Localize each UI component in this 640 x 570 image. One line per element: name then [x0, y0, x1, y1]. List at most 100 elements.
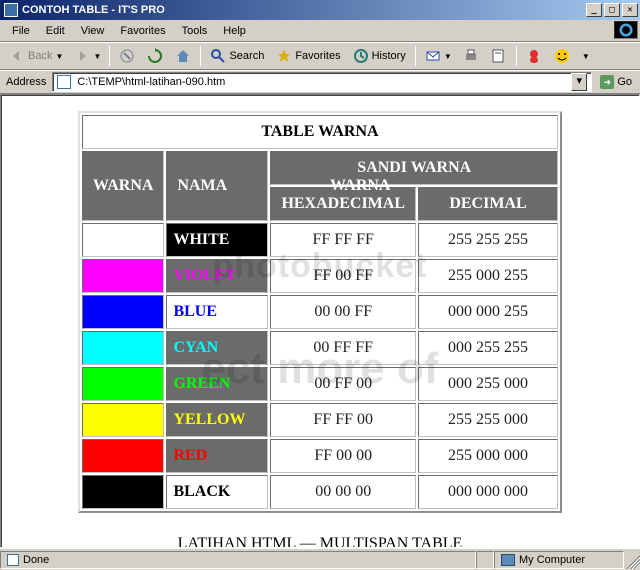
- page-caption: LATIHAN HTML — MULTISPAN TABLE: [1, 535, 639, 548]
- refresh-icon: [147, 48, 163, 64]
- favorites-icon: [276, 48, 292, 64]
- search-label: Search: [229, 50, 264, 62]
- status-bar: Done My Computer: [0, 548, 640, 570]
- chevron-down-icon: ▼: [55, 52, 62, 61]
- color-swatch: [82, 295, 164, 329]
- color-swatch: [82, 403, 164, 437]
- back-arrow-icon: [9, 48, 25, 64]
- separator: [516, 46, 517, 66]
- color-name: YELLOW: [166, 403, 268, 437]
- col-nama-header: NAMA WARNA: [166, 151, 268, 221]
- history-label: History: [372, 50, 406, 62]
- menubar: File Edit View Favorites Tools Help: [0, 20, 640, 42]
- stop-button[interactable]: [114, 45, 140, 67]
- dec-value: 000 255 255: [418, 331, 558, 365]
- maximize-button[interactable]: □: [604, 3, 620, 17]
- dec-value: 000 255 000: [418, 367, 558, 401]
- ie-throbber-icon: [614, 21, 638, 39]
- page-icon: [57, 75, 71, 89]
- color-name: VIOLET: [166, 259, 268, 293]
- hex-value: 00 FF FF: [270, 331, 416, 365]
- mail-button[interactable]: ▼: [420, 45, 456, 67]
- table-row: CYAN00 FF FF000 255 255: [82, 331, 558, 365]
- col-nama-text: NAMA WARNA: [177, 177, 257, 195]
- color-name: WHITE: [166, 223, 268, 257]
- hex-value: FF FF 00: [270, 403, 416, 437]
- table-row: WHITEFF FF FF255 255 255: [82, 223, 558, 257]
- dec-value: 255 255 000: [418, 403, 558, 437]
- status-text: Done: [23, 554, 49, 566]
- print-button[interactable]: [458, 45, 484, 67]
- computer-icon: [501, 554, 515, 566]
- go-label: Go: [617, 76, 632, 88]
- mail-icon: [425, 48, 441, 64]
- minimize-button[interactable]: _: [586, 3, 602, 17]
- edit-icon: [491, 48, 507, 64]
- address-dropdown[interactable]: ▾: [571, 73, 587, 91]
- refresh-button[interactable]: [142, 45, 168, 67]
- toolbar: Back ▼ ▼ Search Favorites: [0, 42, 640, 70]
- hex-value: 00 00 00: [270, 475, 416, 509]
- home-icon: [175, 48, 191, 64]
- menu-tools[interactable]: Tools: [174, 22, 216, 40]
- go-icon: ➜: [600, 75, 614, 89]
- table-row: BLUE00 00 FF000 000 255: [82, 295, 558, 329]
- forward-button[interactable]: ▼: [69, 45, 105, 67]
- menu-view[interactable]: View: [73, 22, 113, 40]
- go-button[interactable]: ➜ Go: [596, 73, 636, 91]
- resize-grip[interactable]: [624, 551, 640, 569]
- status-zone-pane: My Computer: [494, 551, 624, 569]
- home-button[interactable]: [170, 45, 196, 67]
- separator: [200, 46, 201, 66]
- search-button[interactable]: Search: [205, 45, 269, 67]
- dec-value: 255 000 255: [418, 259, 558, 293]
- address-bar: Address ▾ ➜ Go: [0, 70, 640, 94]
- hex-value: FF 00 FF: [270, 259, 416, 293]
- address-input[interactable]: [75, 75, 567, 89]
- window-title: CONTOH TABLE - IT'S PRO: [22, 4, 586, 16]
- hex-value: FF 00 00: [270, 439, 416, 473]
- hex-value: 00 00 FF: [270, 295, 416, 329]
- color-swatch: [82, 475, 164, 509]
- color-swatch: [82, 367, 164, 401]
- chevron-down-icon: ▼: [582, 52, 589, 61]
- back-button[interactable]: Back ▼: [4, 45, 67, 67]
- col-dec-header: DECIMAL: [418, 187, 558, 221]
- page-viewport[interactable]: TABLE WARNA WARNA NAMA WARNA SANDI WARNA…: [0, 94, 640, 548]
- back-label: Back: [28, 50, 52, 62]
- close-button[interactable]: ✕: [622, 3, 638, 17]
- messenger-button[interactable]: [521, 45, 547, 67]
- table-row: GREEN00 FF 00000 255 000: [82, 367, 558, 401]
- history-button[interactable]: History: [348, 45, 411, 67]
- status-mid-pane: [476, 551, 494, 569]
- menu-edit[interactable]: Edit: [38, 22, 73, 40]
- favorites-label: Favorites: [295, 50, 340, 62]
- color-name: CYAN: [166, 331, 268, 365]
- stop-icon: [119, 48, 135, 64]
- history-icon: [353, 48, 369, 64]
- edit-button[interactable]: [486, 45, 512, 67]
- search-icon: [210, 48, 226, 64]
- table-row: REDFF 00 00255 000 000: [82, 439, 558, 473]
- color-swatch: [82, 439, 164, 473]
- table-title: TABLE WARNA: [82, 115, 558, 149]
- table-row: VIOLETFF 00 FF255 000 255: [82, 259, 558, 293]
- document-icon: [7, 554, 19, 566]
- messenger-icon: [526, 48, 542, 64]
- yahoo-button[interactable]: [549, 45, 575, 67]
- yahoo-icon: [554, 48, 570, 64]
- menu-file[interactable]: File: [4, 22, 38, 40]
- color-name: BLUE: [166, 295, 268, 329]
- color-table: TABLE WARNA WARNA NAMA WARNA SANDI WARNA…: [78, 111, 562, 513]
- favorites-button[interactable]: Favorites: [271, 45, 345, 67]
- extra-button[interactable]: ▼: [577, 49, 594, 64]
- color-swatch: [82, 331, 164, 365]
- dec-value: 255 000 000: [418, 439, 558, 473]
- forward-arrow-icon: [74, 48, 90, 64]
- print-icon: [463, 48, 479, 64]
- titlebar: CONTOH TABLE - IT'S PRO _ □ ✕: [0, 0, 640, 20]
- menu-favorites[interactable]: Favorites: [112, 22, 173, 40]
- chevron-down-icon: ▼: [444, 52, 451, 61]
- menu-help[interactable]: Help: [215, 22, 254, 40]
- color-name: BLACK: [166, 475, 268, 509]
